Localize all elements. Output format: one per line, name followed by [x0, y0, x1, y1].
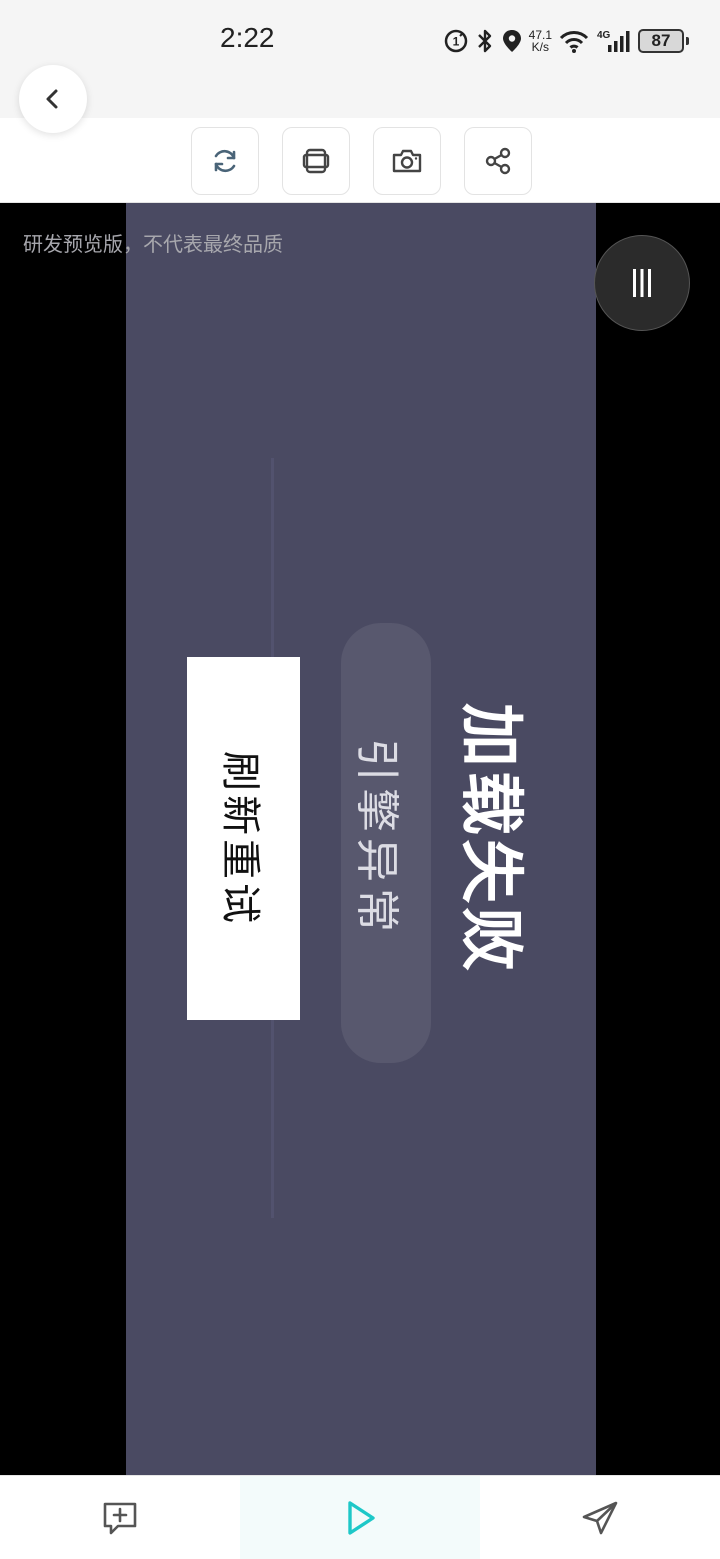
svg-text:1: 1: [452, 35, 459, 49]
engine-error-subtitle: 引擎异常: [351, 738, 402, 938]
retry-button[interactable]: 刷新重试: [187, 657, 300, 1020]
play-button[interactable]: [240, 1476, 480, 1559]
toolbar: [0, 118, 720, 203]
camera-icon: [392, 149, 422, 173]
play-icon: [348, 1501, 375, 1535]
rotate-screen-icon: [302, 148, 330, 174]
wifi-icon: [558, 28, 590, 54]
game-viewport[interactable]: 加载失败 引擎异常 刷新重试 研发预览版，不代表最终品质: [0, 203, 720, 1475]
comment-button[interactable]: [0, 1476, 240, 1559]
rotate-screen-button[interactable]: [282, 127, 350, 195]
load-failed-title: 加载失败: [453, 703, 527, 975]
preview-note: 研发预览版，不代表最终品质: [23, 232, 283, 256]
send-button[interactable]: [480, 1476, 720, 1559]
network-speed-unit: K/s: [531, 40, 549, 54]
menu-bars-icon: [633, 269, 651, 297]
share-icon: [485, 147, 511, 175]
refresh-icon: [214, 149, 236, 173]
location-icon: [501, 28, 523, 54]
status-bar: 2:22 1 47.1 K/s 4G 87: [0, 0, 720, 118]
battery-level: 87: [651, 31, 671, 50]
share-button[interactable]: [464, 127, 532, 195]
battery-indicator: 87: [638, 29, 689, 53]
network-speed: 47.1 K/s: [529, 29, 552, 53]
screenshot-button[interactable]: [373, 127, 441, 195]
bottom-nav: [0, 1475, 720, 1559]
status-time: 2:22: [220, 22, 275, 53]
refresh-button[interactable]: [191, 127, 259, 195]
back-button[interactable]: [19, 65, 87, 133]
game-canvas[interactable]: 加载失败 引擎异常 刷新重试: [126, 203, 596, 1475]
data-saver-icon: 1: [443, 28, 469, 54]
send-icon: [582, 1501, 618, 1535]
bluetooth-icon: [475, 28, 495, 54]
retry-label: 刷新重试: [216, 750, 263, 927]
signal-type-label: 4G: [597, 30, 611, 41]
comment-add-icon: [103, 1502, 137, 1535]
app-root: 2:22 1 47.1 K/s 4G 87 加载失败 引擎异常 刷新重试 研发预…: [0, 0, 720, 1559]
floating-menu-button[interactable]: [594, 235, 690, 331]
status-icons: 1 47.1 K/s 4G 87: [443, 24, 689, 58]
cellular-signal-icon: 4G: [596, 28, 632, 54]
chevron-left-icon: [46, 89, 58, 109]
